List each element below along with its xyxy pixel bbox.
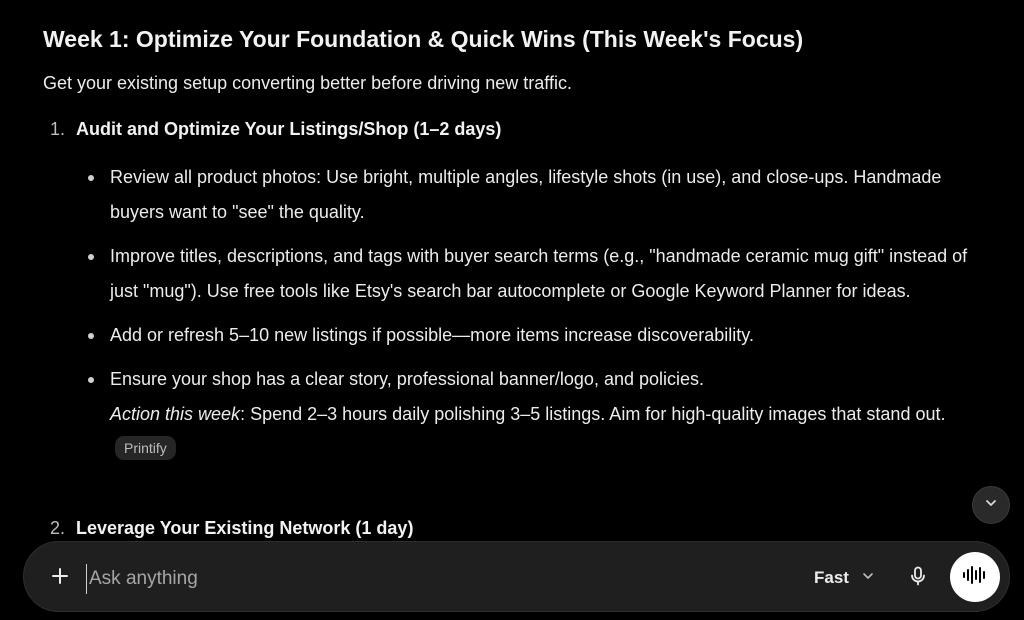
sound-wave-icon — [962, 564, 988, 591]
chevron-down-icon — [861, 568, 875, 588]
step-title: Leverage Your Existing Network (1 day) — [76, 518, 414, 538]
step-title: Audit and Optimize Your Listings/Shop (1… — [76, 119, 502, 139]
action-text: : Spend 2–3 hours daily polishing 3–5 li… — [240, 404, 946, 424]
model-label: Fast — [814, 568, 849, 587]
action-label: Action this week — [110, 404, 241, 424]
attach-button[interactable] — [46, 564, 74, 592]
chevron-down-icon — [984, 496, 998, 515]
bullet-text: Review all product photos: Use bright, m… — [110, 167, 942, 222]
step-number: 2. — [50, 518, 66, 538]
bullet-text: Improve titles, descriptions, and tags w… — [110, 246, 968, 301]
section-heading: Week 1: Optimize Your Foundation & Quick… — [43, 26, 804, 52]
list-item: Add or refresh 5–10 new listings if poss… — [87, 318, 987, 353]
list-item: Ensure your shop has a clear story, prof… — [87, 362, 987, 467]
prompt-input[interactable] — [86, 564, 731, 594]
message-composer: Fast — [23, 541, 1010, 612]
source-chip[interactable]: Printify — [115, 436, 176, 460]
scroll-to-bottom-button[interactable] — [972, 486, 1010, 524]
step-number: 1. — [50, 119, 66, 139]
list-item: Review all product photos: Use bright, m… — [87, 160, 987, 230]
intro-paragraph: Get your existing setup converting bette… — [43, 73, 572, 93]
step-1: 1. Audit and Optimize Your Listings/Shop … — [43, 119, 501, 140]
voice-mode-button[interactable] — [950, 552, 1000, 602]
bullet-text: Ensure your shop has a clear story, prof… — [110, 369, 705, 389]
step-2: 2. Leverage Your Existing Network (1 day) — [43, 518, 413, 539]
step-1-bullets: Review all product photos: Use bright, m… — [87, 160, 987, 476]
list-item: Improve titles, descriptions, and tags w… — [87, 239, 987, 309]
microphone-icon — [909, 566, 927, 591]
dictate-button[interactable] — [904, 564, 932, 592]
bullet-text: Add or refresh 5–10 new listings if poss… — [110, 325, 754, 345]
plus-icon — [51, 567, 69, 590]
model-selector[interactable]: Fast — [814, 564, 875, 592]
